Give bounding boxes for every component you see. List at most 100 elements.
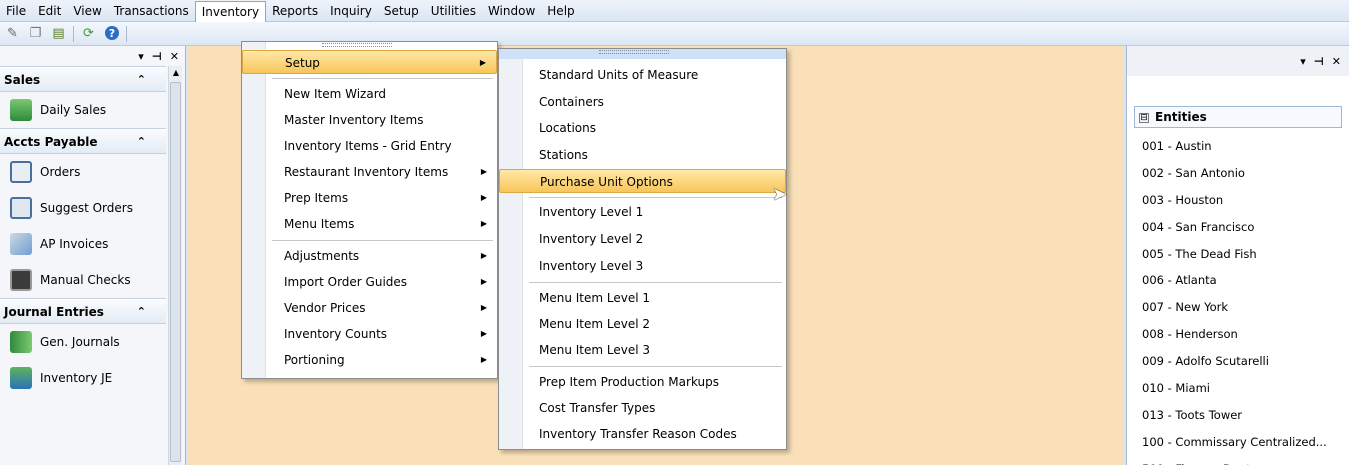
menu-inquiry[interactable]: Inquiry <box>324 1 378 21</box>
nav-group-journal-entries[interactable]: Journal Entries ⌃ <box>0 298 166 324</box>
entity-item[interactable]: 007 - New York <box>1142 294 1347 321</box>
submenu-arrow-icon: ▶ <box>480 329 487 338</box>
menu-item-restaurant-inventory-items[interactable]: Restaurant Inventory Items ▶ <box>242 160 497 184</box>
menu-setup[interactable]: Setup <box>378 1 425 21</box>
menu-item-stations[interactable]: Stations <box>499 143 786 167</box>
nav-item-orders[interactable]: Orders <box>0 154 166 190</box>
pin-panel-icon[interactable]: ⊣ <box>152 50 162 63</box>
collapse-icon[interactable]: ⌃ <box>137 67 146 93</box>
vertical-scrollbar[interactable]: ▲ <box>168 66 182 465</box>
menu-window[interactable]: Window <box>482 1 541 21</box>
nav-item-inventory-je[interactable]: Inventory JE <box>0 360 166 396</box>
group-label: Journal Entries <box>4 305 104 319</box>
paste-icon[interactable]: ▤ <box>50 25 67 42</box>
menu-item-inventory-level-3[interactable]: Inventory Level 3 <box>499 254 786 278</box>
refresh-icon[interactable]: ⟳ <box>80 25 97 42</box>
group-label: Accts Payable <box>4 135 98 149</box>
entity-item[interactable]: 009 - Adolfo Scutarelli <box>1142 348 1347 375</box>
scroll-up-icon[interactable]: ▲ <box>169 66 183 80</box>
collapse-icon[interactable]: ⌃ <box>137 129 146 155</box>
menu-item-cost-transfer-types[interactable]: Cost Transfer Types <box>499 396 786 420</box>
menu-item-inventory-transfer-reason-codes[interactable]: Inventory Transfer Reason Codes <box>499 422 786 446</box>
entity-item[interactable]: 013 - Toots Tower <box>1142 402 1347 429</box>
menu-item-inventory-items-grid-entry[interactable]: Inventory Items - Grid Entry <box>242 134 497 158</box>
menu-item-menu-items[interactable]: Menu Items ▶ <box>242 212 497 236</box>
menu-item-containers[interactable]: Containers <box>499 90 786 114</box>
collapse-box-icon[interactable]: ⊟ <box>1139 112 1149 123</box>
collapse-icon[interactable]: ⌃ <box>137 299 146 325</box>
nav-item-gen-journals[interactable]: Gen. Journals <box>0 324 166 360</box>
entity-item[interactable]: 008 - Henderson <box>1142 321 1347 348</box>
inventory-menu: Setup ▶ New Item Wizard Master Inventory … <box>241 41 498 379</box>
pin-icon[interactable]: ✎ <box>4 25 21 42</box>
menu-edit[interactable]: Edit <box>32 1 67 21</box>
menu-item-new-item-wizard[interactable]: New Item Wizard <box>242 82 497 106</box>
house-icon <box>10 99 32 121</box>
toolbar-separator <box>126 25 127 42</box>
menu-item-import-order-guides[interactable]: Import Order Guides ▶ <box>242 270 497 294</box>
copy-icon[interactable]: ❐ <box>27 25 44 42</box>
entity-item[interactable]: 002 - San Antonio <box>1142 160 1347 187</box>
dropdown-icon[interactable]: ▾ <box>138 50 144 63</box>
entity-item[interactable]: 003 - Houston <box>1142 187 1347 214</box>
nav-group-accts-payable[interactable]: Accts Payable ⌃ <box>0 128 166 154</box>
group-label: Sales <box>4 73 41 87</box>
entity-item[interactable]: 010 - Miami <box>1142 375 1347 402</box>
menu-file[interactable]: File <box>0 1 32 21</box>
entities-title: Entities <box>1155 110 1207 124</box>
menu-reports[interactable]: Reports <box>266 1 324 21</box>
entities-header[interactable]: ⊟ Entities <box>1134 106 1342 128</box>
menu-inventory[interactable]: Inventory <box>194 0 267 23</box>
menu-item-menu-item-level-2[interactable]: Menu Item Level 2 <box>499 312 786 336</box>
menu-item-master-inventory-items[interactable]: Master Inventory Items <box>242 108 497 132</box>
menu-item-adjustments[interactable]: Adjustments ▶ <box>242 244 497 268</box>
entity-item[interactable]: 001 - Austin <box>1142 133 1347 160</box>
menu-item-label: Restaurant Inventory Items <box>284 165 449 179</box>
nav-item-daily-sales[interactable]: Daily Sales <box>0 92 166 128</box>
menu-utilities[interactable]: Utilities <box>425 1 482 21</box>
panel-header: ▾ ⊣ ✕ <box>0 46 185 66</box>
close-icon[interactable]: ✕ <box>1332 55 1341 68</box>
menu-item-label: Inventory Items - Grid Entry <box>284 139 452 153</box>
entity-item[interactable]: 500 - Finance Dept <box>1142 456 1347 465</box>
menu-item-locations[interactable]: Locations <box>499 116 786 140</box>
menu-item-menu-item-level-3[interactable]: Menu Item Level 3 <box>499 338 786 362</box>
menu-view[interactable]: View <box>67 1 107 21</box>
menu-item-inventory-counts[interactable]: Inventory Counts ▶ <box>242 322 497 346</box>
setup-submenu: Standard Units of Measure Containers Loc… <box>498 48 787 450</box>
menu-item-prep-items[interactable]: Prep Items ▶ <box>242 186 497 210</box>
menu-item-vendor-prices[interactable]: Vendor Prices ▶ <box>242 296 497 320</box>
menu-item-inventory-level-1[interactable]: Inventory Level 1 <box>499 200 786 224</box>
menu-item-inventory-level-2[interactable]: Inventory Level 2 <box>499 227 786 251</box>
menu-item-prep-item-production-markups[interactable]: Prep Item Production Markups <box>499 370 786 394</box>
pin-panel-icon[interactable]: ⊣ <box>1314 55 1324 68</box>
menu-item-standard-units-of-measure[interactable]: Standard Units of Measure <box>499 63 786 87</box>
panel-header: ▾ ⊣ ✕ <box>1127 46 1349 76</box>
journal-icon <box>10 331 32 353</box>
help-icon[interactable]: ? <box>103 25 120 42</box>
menu-item-purchase-unit-options[interactable]: Purchase Unit Options <box>499 169 786 193</box>
menu-item-menu-item-level-1[interactable]: Menu Item Level 1 <box>499 286 786 310</box>
menu-help[interactable]: Help <box>541 1 580 21</box>
menu-item-portioning[interactable]: Portioning ▶ <box>242 348 497 372</box>
submenu-arrow-icon: ▶ <box>480 251 487 260</box>
nav-item-ap-invoices[interactable]: AP Invoices <box>0 226 166 262</box>
scroll-thumb[interactable] <box>170 82 181 462</box>
suggest-orders-icon <box>10 197 32 219</box>
orders-icon <box>10 161 32 183</box>
menu-item-label: New Item Wizard <box>284 87 387 101</box>
menu-item-setup[interactable]: Setup ▶ <box>242 50 497 74</box>
nav-group-sales[interactable]: Sales ⌃ <box>0 66 166 92</box>
svg-text:?: ? <box>108 27 114 40</box>
dropdown-icon[interactable]: ▾ <box>1300 55 1306 68</box>
entity-item[interactable]: 006 - Atlanta <box>1142 267 1347 294</box>
entity-item[interactable]: 004 - San Francisco <box>1142 214 1347 241</box>
entity-item[interactable]: 005 - The Dead Fish <box>1142 241 1347 268</box>
toolbar-separator <box>73 25 74 42</box>
close-icon[interactable]: ✕ <box>170 50 179 63</box>
nav-item-manual-checks[interactable]: Manual Checks <box>0 262 166 298</box>
nav-item-suggest-orders[interactable]: Suggest Orders <box>0 190 166 226</box>
invoice-icon <box>10 233 32 255</box>
menu-transactions[interactable]: Transactions <box>108 1 195 21</box>
entity-item[interactable]: 100 - Commissary Centralized... <box>1142 429 1347 456</box>
